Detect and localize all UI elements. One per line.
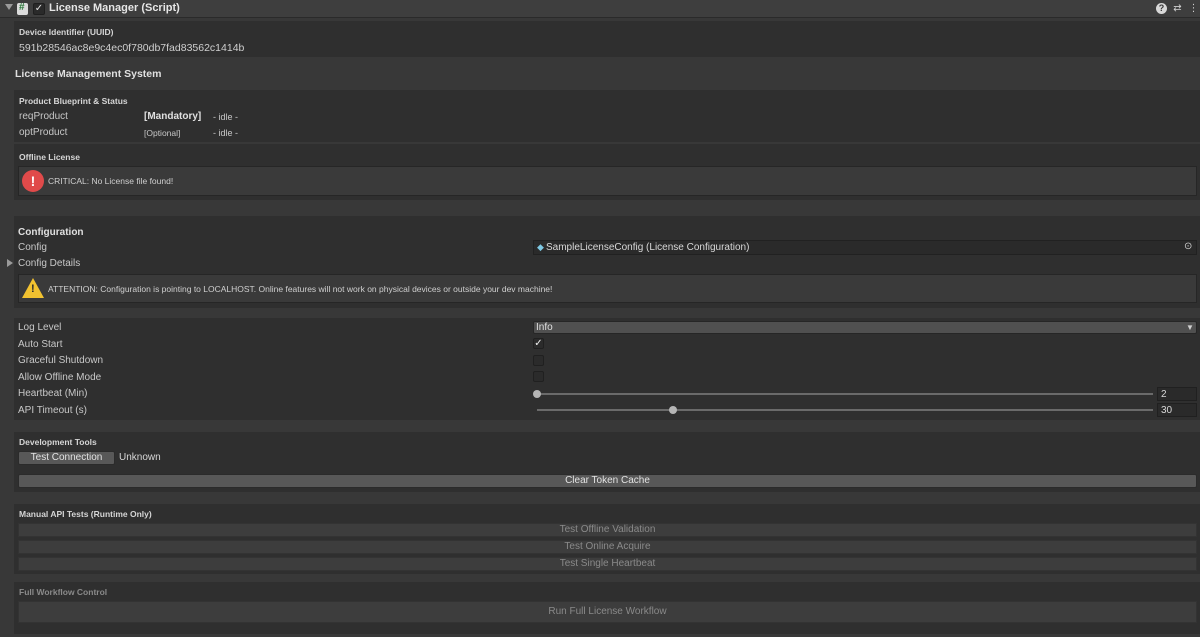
- help-icon[interactable]: ?: [1156, 3, 1167, 14]
- component-header[interactable]: ✓ License Manager (Script) ? ⇄ ⋮: [0, 0, 1200, 18]
- api-timeout-value-field[interactable]: 30: [1157, 403, 1197, 417]
- api-timeout-slider-track[interactable]: [537, 409, 1153, 411]
- component-enabled-checkbox[interactable]: ✓: [33, 3, 45, 15]
- test-online-acquire-button[interactable]: Test Online Acquire: [18, 540, 1197, 554]
- connection-status: Unknown: [119, 452, 161, 463]
- config-warning-text: ATTENTION: Configuration is pointing to …: [48, 284, 553, 294]
- configuration-heading: Configuration: [18, 227, 84, 238]
- heartbeat-slider-handle[interactable]: [533, 390, 541, 398]
- product-status: - idle -: [213, 112, 239, 122]
- auto-start-label: Auto Start: [18, 339, 63, 350]
- preset-icon[interactable]: ⇄: [1172, 3, 1183, 14]
- device-label: Device Identifier (UUID): [19, 27, 114, 37]
- log-level-label: Log Level: [18, 322, 62, 333]
- test-offline-validation-button[interactable]: Test Offline Validation: [18, 523, 1197, 537]
- foldout-arrow-icon[interactable]: [5, 4, 13, 10]
- graceful-shutdown-label: Graceful Shutdown: [18, 355, 104, 366]
- offline-error-box: ! CRITICAL: No License file found!: [18, 166, 1197, 196]
- device-uuid: 591b28546ac8e9c4ec0f780db7fad83562c1414b: [19, 42, 245, 54]
- component-title: License Manager (Script): [49, 2, 180, 14]
- system-title: License Management System: [15, 68, 162, 80]
- graceful-shutdown-checkbox[interactable]: [533, 355, 544, 366]
- more-options-icon[interactable]: ⋮: [1188, 3, 1199, 14]
- object-picker-icon[interactable]: ⊙: [1184, 241, 1192, 252]
- auto-start-checkbox[interactable]: ✓: [533, 338, 544, 349]
- clear-token-cache-button[interactable]: Clear Token Cache: [18, 474, 1197, 488]
- heartbeat-slider-track[interactable]: [537, 393, 1153, 395]
- api-timeout-slider-handle[interactable]: [668, 406, 677, 414]
- dev-tools-label: Development Tools: [19, 437, 97, 447]
- allow-offline-checkbox[interactable]: [533, 371, 544, 382]
- offline-message: CRITICAL: No License file found!: [48, 176, 174, 186]
- config-details-arrow-icon[interactable]: [7, 259, 13, 267]
- manual-tests-label: Manual API Tests (Runtime Only): [19, 509, 152, 519]
- error-icon: !: [22, 170, 44, 192]
- config-asset-icon: ◆: [537, 242, 544, 252]
- product-label: Product Blueprint & Status: [19, 96, 128, 106]
- log-level-value: Info: [536, 322, 553, 333]
- product-tag: [Optional]: [144, 128, 181, 138]
- chevron-down-icon: ▼: [1186, 323, 1194, 332]
- config-warning-box: ! ATTENTION: Configuration is pointing t…: [18, 274, 1197, 303]
- config-value: SampleLicenseConfig (License Configurati…: [546, 242, 750, 253]
- run-full-workflow-button[interactable]: Run Full License Workflow: [18, 601, 1197, 623]
- config-object-field[interactable]: ◆ SampleLicenseConfig (License Configura…: [533, 240, 1197, 255]
- test-connection-button[interactable]: Test Connection: [18, 451, 115, 465]
- api-timeout-label: API Timeout (s): [18, 405, 87, 416]
- log-level-dropdown[interactable]: Info ▼: [533, 321, 1197, 334]
- heartbeat-label: Heartbeat (Min): [18, 388, 88, 399]
- heartbeat-value-field[interactable]: 2: [1157, 387, 1197, 401]
- product-name: optProduct: [19, 127, 68, 138]
- product-status: - idle -: [213, 128, 239, 138]
- allow-offline-label: Allow Offline Mode: [18, 372, 102, 383]
- product-tag: [Mandatory]: [144, 111, 202, 122]
- config-label: Config: [18, 242, 47, 253]
- script-icon: [17, 2, 28, 15]
- workflow-label: Full Workflow Control: [19, 587, 108, 597]
- product-name: reqProduct: [19, 111, 68, 122]
- config-details-foldout[interactable]: Config Details: [18, 258, 80, 269]
- test-single-heartbeat-button[interactable]: Test Single Heartbeat: [18, 557, 1197, 571]
- offline-label: Offline License: [19, 152, 80, 162]
- warning-icon-mark: !: [31, 283, 35, 295]
